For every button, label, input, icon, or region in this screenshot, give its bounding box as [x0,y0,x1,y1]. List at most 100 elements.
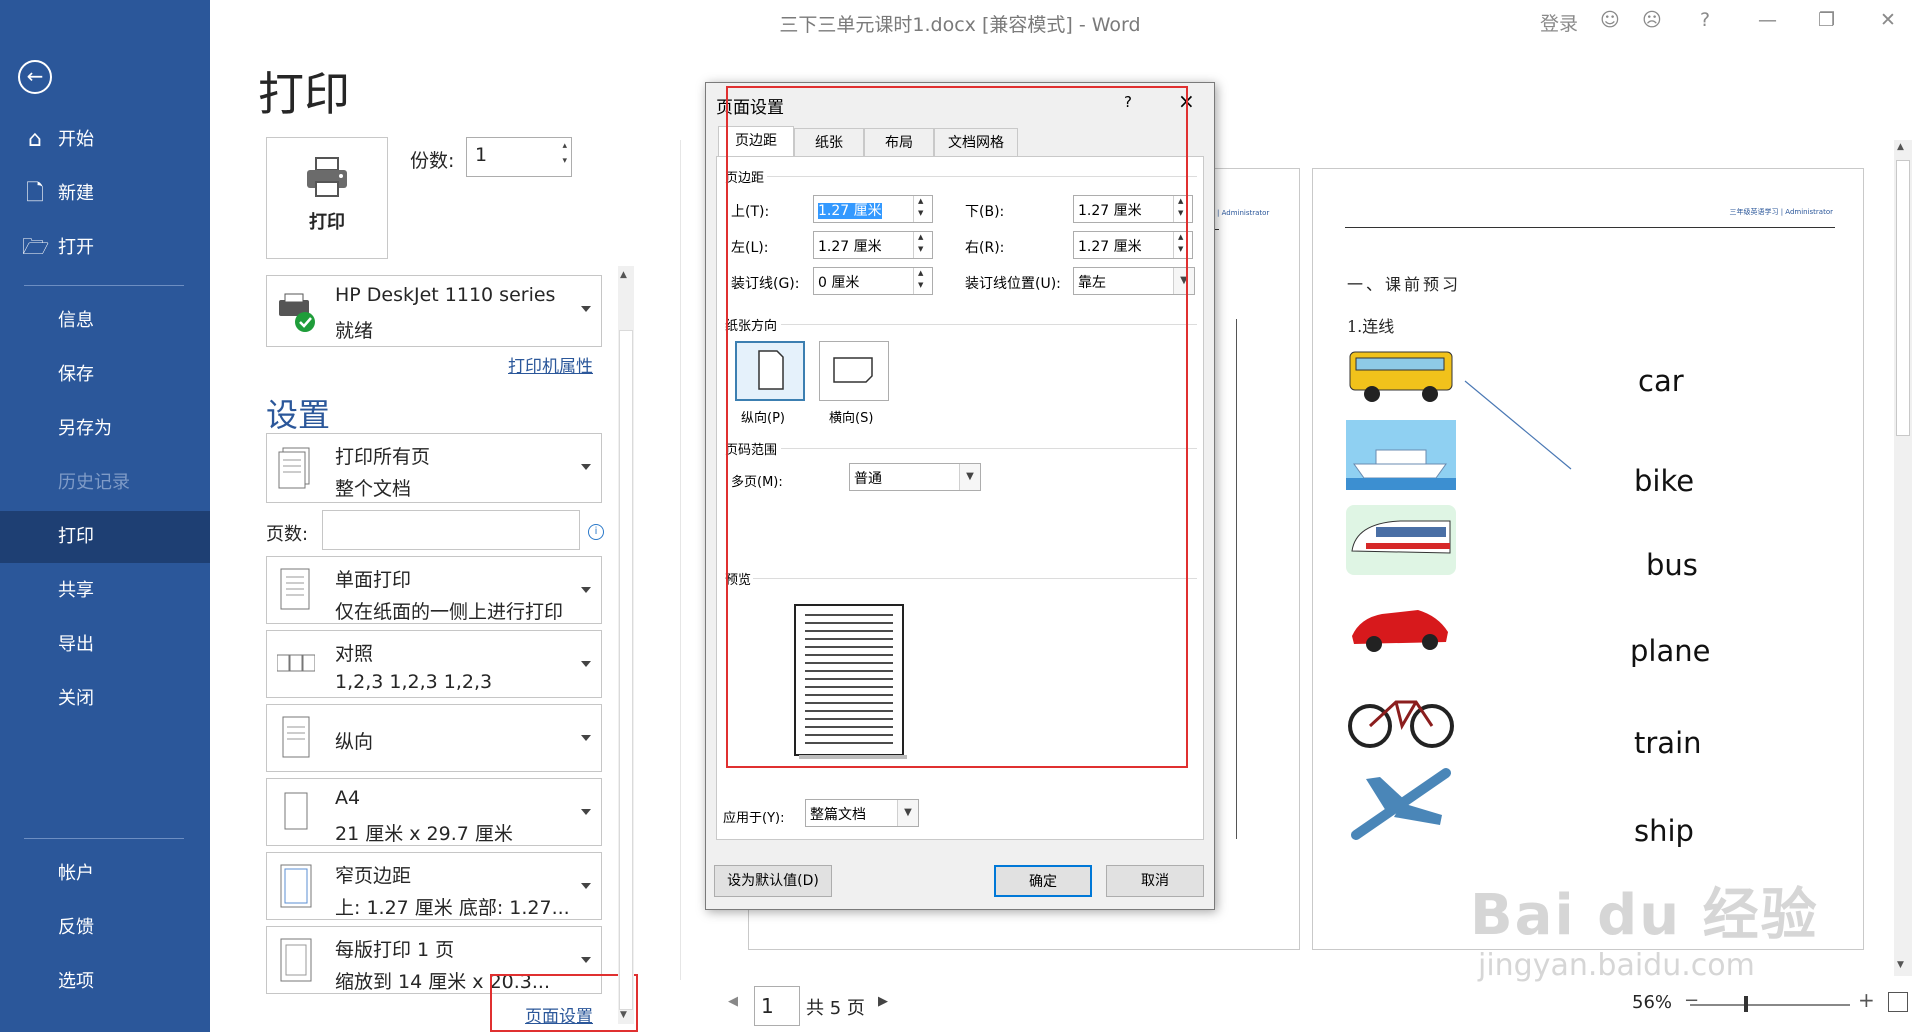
set-default-button[interactable]: 设为默认值(D) [714,865,832,897]
sides-dropdown[interactable]: 单面打印 仅在纸面的一侧上进行打印 [266,556,602,624]
login-link[interactable]: 登录 [1540,9,1578,36]
close-icon[interactable]: ✕ [1880,9,1896,31]
printer-ready-icon [279,293,315,332]
nav-item-label: 共享 [58,580,94,601]
frown-icon[interactable]: ☹ [1642,9,1662,31]
cancel-button[interactable]: 取消 [1106,865,1204,897]
printer-dropdown[interactable]: HP DeskJet 1110 series 就绪 [266,275,602,347]
bus-image [1349,351,1453,402]
watermark-brand: Bai du 经验 [1470,883,1819,948]
nav-item-save-as[interactable]: 另存为 [0,403,210,455]
nav-item-open[interactable]: 🗁 打开 [0,222,210,274]
setting-line1: 单面打印 [335,569,412,591]
zoom-in-button[interactable]: + [1858,988,1875,1012]
prev-page-icon[interactable]: ◀ [728,994,738,1009]
word-train: train [1634,726,1702,760]
nav-item-label: 反馈 [58,917,94,938]
current-page-input[interactable]: 1 [754,986,800,1026]
highlight-box [726,86,1188,768]
margins-dropdown[interactable]: 窄页边距 上: 1.27 厘米 底部: 1.27... [266,852,602,920]
single-sided-icon [280,568,310,610]
nav-item-label: 打印 [58,526,94,547]
nav-item-history: 历史记录 [0,457,210,509]
scroll-down-icon[interactable]: ▼ [620,1010,627,1020]
printer-status: 就绪 [335,320,374,342]
next-page-icon[interactable]: ▶ [878,994,888,1009]
nav-item-label: 另存为 [58,418,112,439]
paper-size-icon [284,792,308,830]
nav-item-label: 帐户 [58,863,94,884]
setting-line1: 对照 [335,643,374,665]
setting-line1: 打印所有页 [335,446,431,468]
setting-line1: 纵向 [335,731,374,753]
zoom-out-button[interactable]: − [1684,990,1699,1011]
minimize-icon[interactable]: — [1758,9,1777,31]
copies-label: 份数: [410,150,455,172]
orientation-dropdown[interactable]: 纵向 [266,704,602,772]
print-range-dropdown[interactable]: 打印所有页 整个文档 [266,433,602,503]
nav-item-info[interactable]: 信息 [0,295,210,347]
nav-item-share[interactable]: 共享 [0,565,210,617]
nav-item-options[interactable]: 选项 [0,956,210,1008]
scrollbar-thumb[interactable] [619,330,633,1010]
scrollbar-thumb[interactable] [1896,160,1910,436]
total-pages: 共 5 页 [806,998,865,1019]
printer-properties-link[interactable]: 打印机属性 [508,352,593,377]
spin-up-icon[interactable]: ▴ [562,141,567,151]
nav-item-save[interactable]: 保存 [0,349,210,401]
home-icon: ⌂ [28,127,42,152]
chevron-down-icon [581,661,591,667]
scroll-up-icon[interactable]: ▲ [620,270,627,280]
zoom-slider-thumb[interactable] [1744,996,1748,1012]
word-bike: bike [1634,464,1695,498]
setting-line1: 窄页边距 [335,865,412,887]
pages-input[interactable] [322,510,580,550]
backstage-nav: ← ⌂ 开始 🗋 新建 🗁 打开 信息 保存 另存为 历史记录 打印 共享 导出… [0,0,210,1032]
ok-button[interactable]: 确定 [994,865,1092,897]
paper-size-dropdown[interactable]: A4 21 厘米 x 29.7 厘米 [266,778,602,846]
apply-to-label: 应用于(Y): [723,811,785,826]
nav-item-new[interactable]: 🗋 新建 [0,168,210,220]
zoom-slider[interactable] [1690,1004,1850,1006]
nav-item-label: 打开 [58,237,94,258]
highlight-box [490,974,638,1032]
word-car: car [1638,364,1684,398]
word-ship: ship [1634,814,1694,848]
restore-icon[interactable]: ❐ [1818,9,1835,31]
nav-item-account[interactable]: 帐户 [0,848,210,900]
nav-item-home[interactable]: ⌂ 开始 [0,114,210,166]
match-line [1464,380,1572,470]
help-icon[interactable]: ? [1700,9,1710,31]
nav-item-close[interactable]: 关闭 [0,673,210,725]
new-doc-icon: 🗋 [26,181,44,206]
nav-item-print[interactable]: 打印 [0,511,210,563]
nav-item-label: 保存 [58,364,94,385]
fit-page-icon[interactable] [1888,992,1908,1012]
spin-down-icon[interactable]: ▾ [562,156,567,166]
back-arrow-icon[interactable]: ← [18,60,52,94]
chevron-down-icon [581,957,591,963]
info-icon[interactable]: i [588,524,604,540]
apply-to-select[interactable]: 整篇文档 ▼ [805,799,919,827]
copies-stepper[interactable]: 1 ▴ ▾ [466,137,572,177]
scroll-up-icon[interactable]: ▲ [1897,142,1904,152]
scroll-down-icon[interactable]: ▼ [1897,960,1904,970]
header-rule [1345,227,1835,228]
collate-dropdown[interactable]: 对照 1,2,3 1,2,3 1,2,3 [266,630,602,698]
setting-line2: 仅在纸面的一侧上进行打印 [335,601,564,623]
apply-to-value: 整篇文档 [810,807,866,823]
nav-item-label: 导出 [58,634,94,655]
nav-item-label: 信息 [58,310,94,331]
nav-item-export[interactable]: 导出 [0,619,210,671]
nav-item-feedback[interactable]: 反馈 [0,902,210,954]
plane-image [1351,768,1451,840]
bike-image [1348,700,1454,748]
nav-item-label: 历史记录 [58,472,130,493]
settings-heading: 设置 [266,396,331,434]
margins-icon [280,864,312,908]
smile-icon[interactable]: ☺ [1600,9,1620,31]
print-button[interactable]: 打印 [266,137,388,259]
word-plane: plane [1630,634,1711,668]
chevron-down-icon [581,883,591,889]
print-button-label: 打印 [309,212,345,233]
